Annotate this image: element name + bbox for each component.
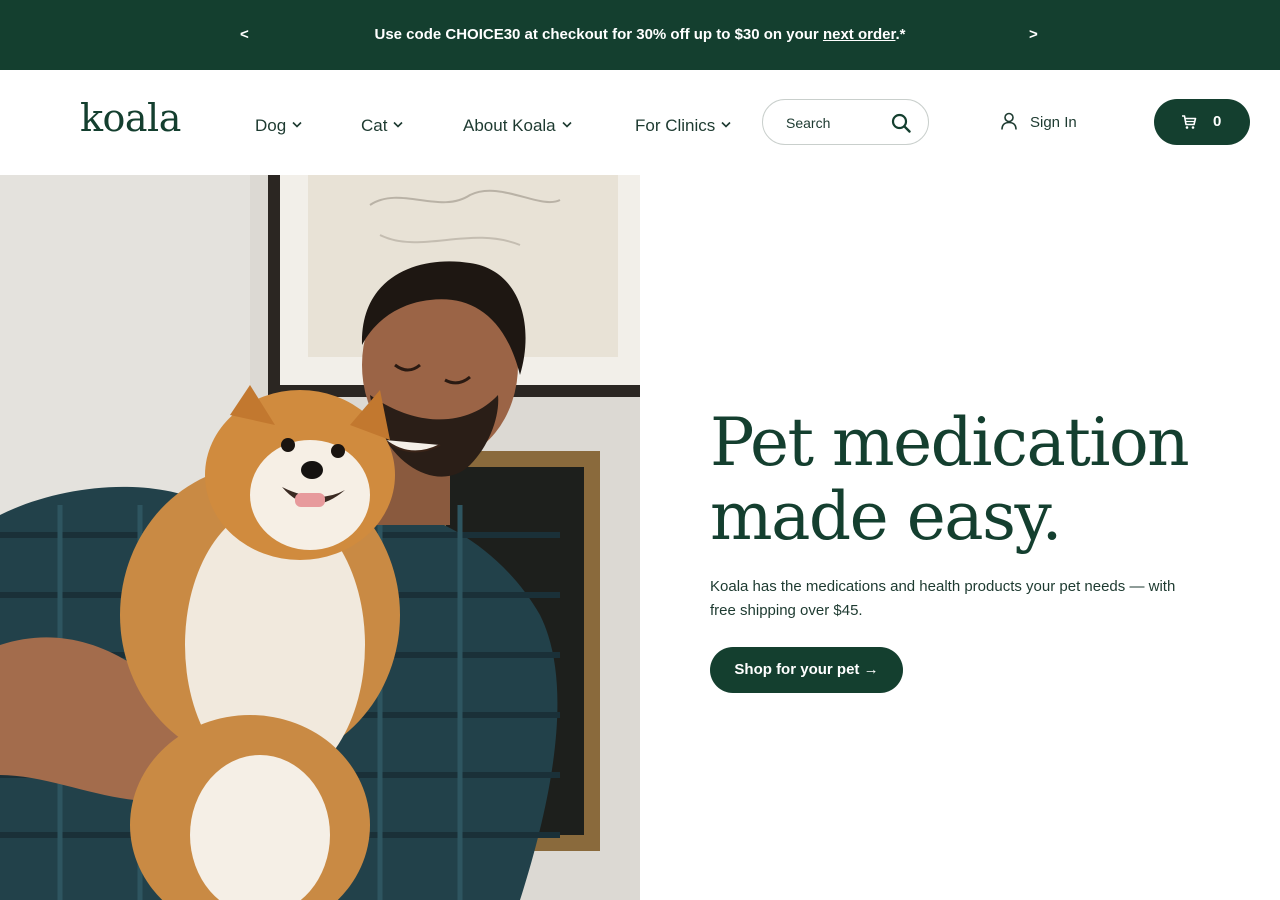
sign-in-label: Sign In — [1030, 114, 1077, 131]
hero-title-line1: Pet medication — [710, 404, 1190, 481]
cart-button[interactable]: 0 — [1154, 99, 1250, 145]
promo-next-button[interactable]: > — [1029, 26, 1038, 44]
nav-dog-label: Dog — [255, 116, 287, 135]
hero-title-line2: made easy. — [710, 478, 1063, 555]
promo-message: Use code CHOICE30 at checkout for 30% of… — [0, 26, 1280, 44]
nav-about-label: About Koala — [463, 116, 556, 135]
site-header: koala Dog Cat About Koala For Clinics Si… — [0, 70, 1280, 175]
sign-in-link[interactable]: Sign In — [1000, 112, 1077, 133]
nav-about-koala[interactable]: About Koala — [463, 112, 572, 137]
chevron-down-icon — [721, 112, 731, 134]
hero-image — [0, 175, 640, 900]
hero-title: Pet medication made easy. — [710, 406, 1230, 554]
nav-clinics-label: For Clinics — [635, 116, 716, 135]
nav-for-clinics[interactable]: For Clinics — [635, 112, 731, 137]
search-input[interactable] — [786, 113, 886, 133]
user-icon — [1000, 112, 1018, 130]
nav-dog[interactable]: Dog — [255, 112, 302, 137]
koala-logo[interactable]: koala — [80, 96, 181, 140]
search-icon[interactable] — [890, 112, 912, 134]
shop-for-your-pet-button[interactable]: Shop for your pet → — [710, 647, 903, 693]
promo-banner: < Use code CHOICE30 at checkout for 30% … — [0, 0, 1280, 70]
cart-count: 0 — [1213, 113, 1222, 130]
chevron-down-icon — [393, 112, 404, 134]
hero-subtitle: Koala has the medications and health pro… — [710, 578, 1176, 619]
cart-icon — [1181, 114, 1197, 130]
nav-cat-label: Cat — [361, 116, 388, 135]
promo-message-prefix: Use code CHOICE30 at checkout for 30% of… — [374, 26, 823, 43]
promo-next-order-link[interactable]: next order — [823, 26, 896, 43]
chevron-down-icon — [292, 112, 302, 134]
search-box — [762, 99, 929, 145]
nav-cat[interactable]: Cat — [361, 112, 404, 137]
chevron-down-icon — [562, 112, 572, 134]
promo-message-suffix: .* — [895, 26, 906, 43]
